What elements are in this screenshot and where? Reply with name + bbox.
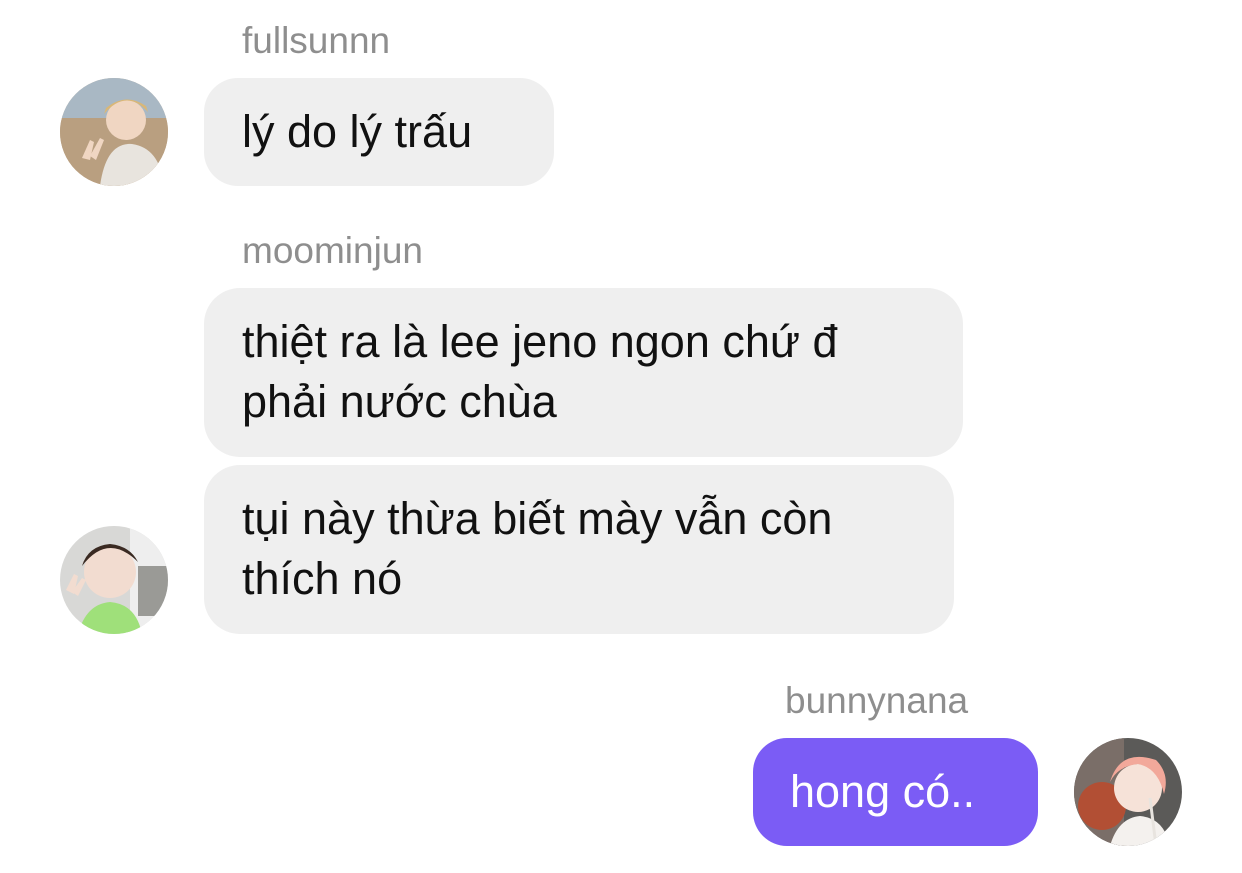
message-bubble[interactable]: thiệt ra là lee jeno ngon chứ đ phải nướ… (204, 288, 963, 457)
message-text-line: phải nước chùa (242, 376, 557, 427)
sender-username[interactable]: bunnynana (785, 682, 968, 719)
avatar-photo (60, 78, 168, 186)
avatar[interactable] (1074, 738, 1182, 846)
message-bubble[interactable]: tụi này thừa biết mày vẫn còn thích nó (204, 465, 954, 634)
avatar[interactable] (60, 526, 168, 634)
message-text: lý do lý trấu (242, 106, 473, 157)
message-text-line: thiệt ra là lee jeno ngon chứ đ (242, 316, 838, 367)
sender-username[interactable]: moominjun (242, 232, 423, 269)
message-bubble[interactable]: lý do lý trấu (204, 78, 554, 186)
sender-username[interactable]: fullsunnn (242, 22, 390, 59)
message-bubble-outgoing[interactable]: hong có.. (753, 738, 1038, 846)
message-text-line: thích nó (242, 553, 403, 604)
avatar-photo (60, 526, 168, 634)
avatar[interactable] (60, 78, 168, 186)
message-text-line: tụi này thừa biết mày vẫn còn (242, 493, 833, 544)
message-text: hong có.. (790, 766, 976, 817)
avatar-photo (1074, 738, 1182, 846)
